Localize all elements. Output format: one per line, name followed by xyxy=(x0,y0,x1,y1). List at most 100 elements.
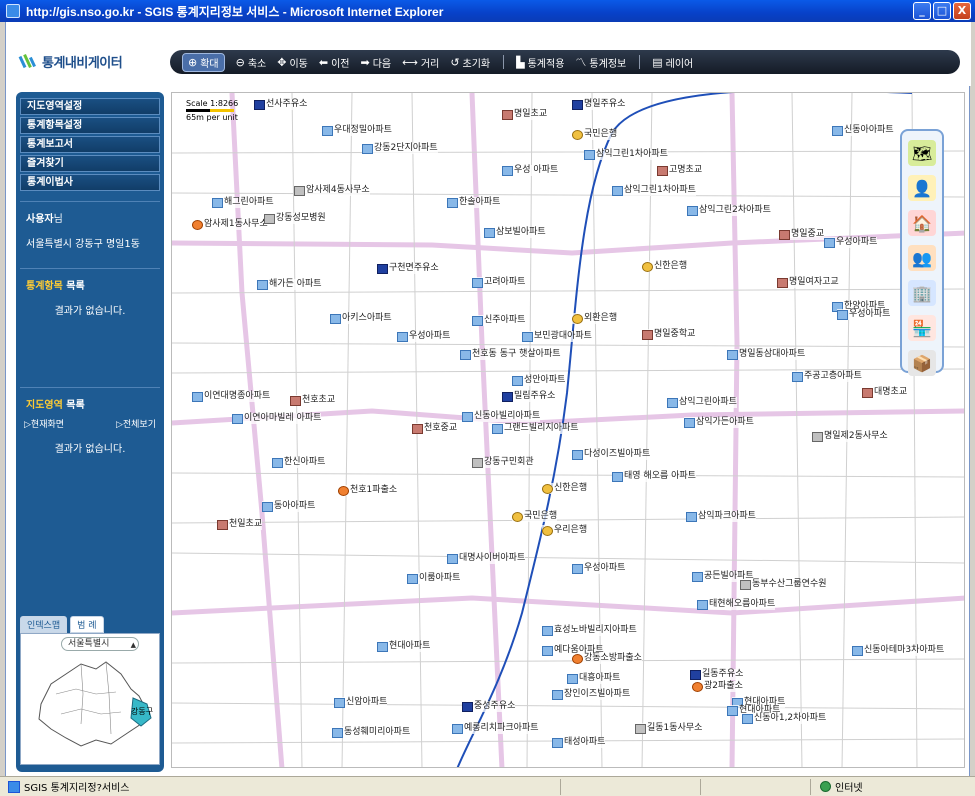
map-poi-label[interactable]: 고려아파트 xyxy=(472,277,526,288)
toolbar-distance-button[interactable]: ⟷ 거리 xyxy=(402,55,439,70)
close-button[interactable]: X xyxy=(953,2,971,20)
map-poi-label[interactable]: 우성 아파트 xyxy=(502,165,559,176)
map-poi-label[interactable]: 천일초교 xyxy=(217,519,263,530)
map-poi-label[interactable]: 밀림주유소 xyxy=(502,391,556,402)
map-poi-label[interactable]: 삼익그린1차아파트 xyxy=(612,185,696,196)
map-poi-label[interactable]: 국민은행 xyxy=(512,511,558,522)
map-poi-label[interactable]: 삼익가든아파트 xyxy=(684,417,754,428)
region-current-link[interactable]: ▷현재화면 xyxy=(24,417,64,430)
map-poi-label[interactable]: 명일여자고교 xyxy=(777,277,839,288)
map-poi-label[interactable]: 신주아파트 xyxy=(472,315,526,326)
menu-stat-item-settings[interactable]: 통계항목설정 xyxy=(20,117,160,134)
map-poi-label[interactable]: 암사제1동사무소 xyxy=(192,219,268,230)
map-poi-label[interactable]: 신한은행 xyxy=(642,261,688,272)
map-poi-label[interactable]: 우성아파트 xyxy=(837,309,891,320)
map-poi-label[interactable]: 그랜드빌리지아파트 xyxy=(492,423,579,434)
shop-icon[interactable]: 🏪 xyxy=(908,315,936,341)
map-poi-label[interactable]: 신동아아파트 xyxy=(832,125,894,136)
toolbar-stats-info-button[interactable]: 〽 통계정보 xyxy=(575,54,626,70)
map-poi-label[interactable]: 태성아파트 xyxy=(552,737,606,748)
map-poi-label[interactable]: 신동아빌리아파트 xyxy=(462,411,541,422)
map-poi-label[interactable]: 명일중학교 xyxy=(642,329,696,340)
map-poi-label[interactable]: 길동주유소 xyxy=(690,669,744,680)
map-poi-label[interactable]: 암사제4동사무소 xyxy=(294,185,370,196)
toolbar-apply-stats-button[interactable]: ▙ 통계적용 xyxy=(516,55,564,70)
tab-index-map[interactable]: 인덱스맵 xyxy=(20,616,68,633)
map-poi-label[interactable]: 명일초교 xyxy=(502,109,548,120)
map-poi-label[interactable]: 우성아파트 xyxy=(572,563,626,574)
map-poi-label[interactable]: 대명사이버아파트 xyxy=(447,553,526,564)
toolbar-prev-button[interactable]: ⬅ 이전 xyxy=(319,55,350,70)
map-poi-label[interactable]: 우리은행 xyxy=(542,525,588,536)
box-icon[interactable]: 📦 xyxy=(908,350,936,376)
map-poi-label[interactable]: 성안아파트 xyxy=(512,375,566,386)
map-poi-label[interactable]: 태영 해오름 아파트 xyxy=(612,471,696,482)
toolbar-zoom-in-button[interactable]: ⊕ 확대 xyxy=(182,52,225,72)
toolbar-next-button[interactable]: ➡ 다음 xyxy=(361,55,392,70)
menu-map-area-settings[interactable]: 지도영역설정 xyxy=(20,98,160,115)
map-layer-icon[interactable]: 🗺 xyxy=(908,140,936,166)
map-poi-label[interactable]: 다성이즈빌아파트 xyxy=(572,449,651,460)
map-poi-label[interactable]: 삼익그린1차아파트 xyxy=(584,149,668,160)
map-poi-label[interactable]: 한솔아파트 xyxy=(447,197,501,208)
map-poi-label[interactable]: 외환은행 xyxy=(572,313,618,324)
map-poi-label[interactable]: 광2파출소 xyxy=(692,681,743,692)
house-icon[interactable]: 🏠 xyxy=(908,210,936,236)
map-poi-label[interactable]: 해가든 아파트 xyxy=(257,279,322,290)
logo[interactable]: 통계내비게이터 xyxy=(18,52,123,71)
region-all-link[interactable]: ▷전체보기 xyxy=(116,417,156,430)
maximize-button[interactable]: □ xyxy=(933,2,951,20)
map-poi-label[interactable]: 신한은행 xyxy=(542,483,588,494)
map-poi-label[interactable]: 해그린아파트 xyxy=(212,197,274,208)
map-poi-label[interactable]: 중성주유소 xyxy=(462,701,516,712)
map-poi-label[interactable]: 동부수산그룹연수원 xyxy=(740,579,827,590)
toolbar-reset-button[interactable]: ↺ 초기화 xyxy=(450,55,490,70)
map-poi-label[interactable]: 선사주유소 xyxy=(254,99,308,110)
map-poi-label[interactable]: 길동1동사무소 xyxy=(635,723,703,734)
map-poi-label[interactable]: 이연아마빌레 아파트 xyxy=(232,413,322,424)
map-poi-label[interactable]: 아키스아파트 xyxy=(330,313,392,324)
map-poi-label[interactable]: 예롱리치파크아파트 xyxy=(452,723,539,734)
map-poi-label[interactable]: 삼익그린2차아파트 xyxy=(687,205,771,216)
toolbar-layer-button[interactable]: ▤ 레이어 xyxy=(652,55,693,70)
map-poi-label[interactable]: 고명초교 xyxy=(657,165,703,176)
people-icon[interactable]: 👥 xyxy=(908,245,936,271)
map-poi-label[interactable]: 명일제2동사무소 xyxy=(812,431,888,442)
map-poi-label[interactable]: 신암아파트 xyxy=(334,697,388,708)
map-poi-label[interactable]: 명일주유소 xyxy=(572,99,626,110)
map-poi-label[interactable]: 강동구민회관 xyxy=(472,457,534,468)
map-poi-label[interactable]: 우성아파트 xyxy=(397,331,451,342)
map-poi-label[interactable]: 태현해오름아파트 xyxy=(697,599,776,610)
map-poi-label[interactable]: 보민광대아파트 xyxy=(522,331,592,342)
map-poi-label[interactable]: 삼익그린아파트 xyxy=(667,397,737,408)
map-poi-label[interactable]: 장인이즈빌아파트 xyxy=(552,689,631,700)
map-poi-label[interactable]: 천호1파출소 xyxy=(338,485,398,496)
map-poi-label[interactable]: 대흥아파트 xyxy=(567,673,621,684)
map-poi-label[interactable]: 현대아파트 xyxy=(377,641,431,652)
map-poi-label[interactable]: 우대정밀아파트 xyxy=(322,125,392,136)
tab-legend[interactable]: 범 례 xyxy=(70,616,104,633)
map-poi-label[interactable]: 강동소방파출소 xyxy=(572,653,642,664)
person-icon[interactable]: 👤 xyxy=(908,175,936,201)
map-canvas[interactable]: Scale 1:8266 65m per unit 선사주유소 명일초교 명일주유소… xyxy=(171,92,965,768)
map-poi-label[interactable]: 국민은행 xyxy=(572,129,618,140)
map-poi-label[interactable]: 우성아파트 xyxy=(824,237,878,248)
map-poi-label[interactable]: 신동아1,2차아파트 xyxy=(742,713,827,724)
menu-stat-wizard[interactable]: 통계이법사 xyxy=(20,174,160,191)
toolbar-zoom-out-button[interactable]: ⊖ 축소 xyxy=(236,55,267,70)
map-poi-label[interactable]: 천호동 동구 햇살아파트 xyxy=(460,349,561,360)
map-poi-label[interactable]: 천호중교 xyxy=(412,423,458,434)
map-poi-label[interactable]: 주공고층아파트 xyxy=(792,371,862,382)
map-poi-label[interactable]: 강동2단지아파트 xyxy=(362,143,438,154)
map-poi-label[interactable]: 신동아테마3차아파트 xyxy=(852,645,945,656)
minimize-button[interactable]: _ xyxy=(913,2,931,20)
map-poi-label[interactable]: 구천면주유소 xyxy=(377,263,439,274)
map-poi-label[interactable]: 삼익파크아파트 xyxy=(686,511,756,522)
map-poi-label[interactable]: 삼보빌아파트 xyxy=(484,227,546,238)
toolbar-pan-button[interactable]: ✥ 이동 xyxy=(277,55,308,70)
menu-favorites[interactable]: 즐겨찾기 xyxy=(20,155,160,172)
map-poi-label[interactable]: 동성훼미리아파트 xyxy=(332,727,411,738)
map-poi-label[interactable]: 이연대명종아파트 xyxy=(192,391,271,402)
menu-stat-report[interactable]: 통계보고서 xyxy=(20,136,160,153)
map-poi-label[interactable]: 천호초교 xyxy=(290,395,336,406)
